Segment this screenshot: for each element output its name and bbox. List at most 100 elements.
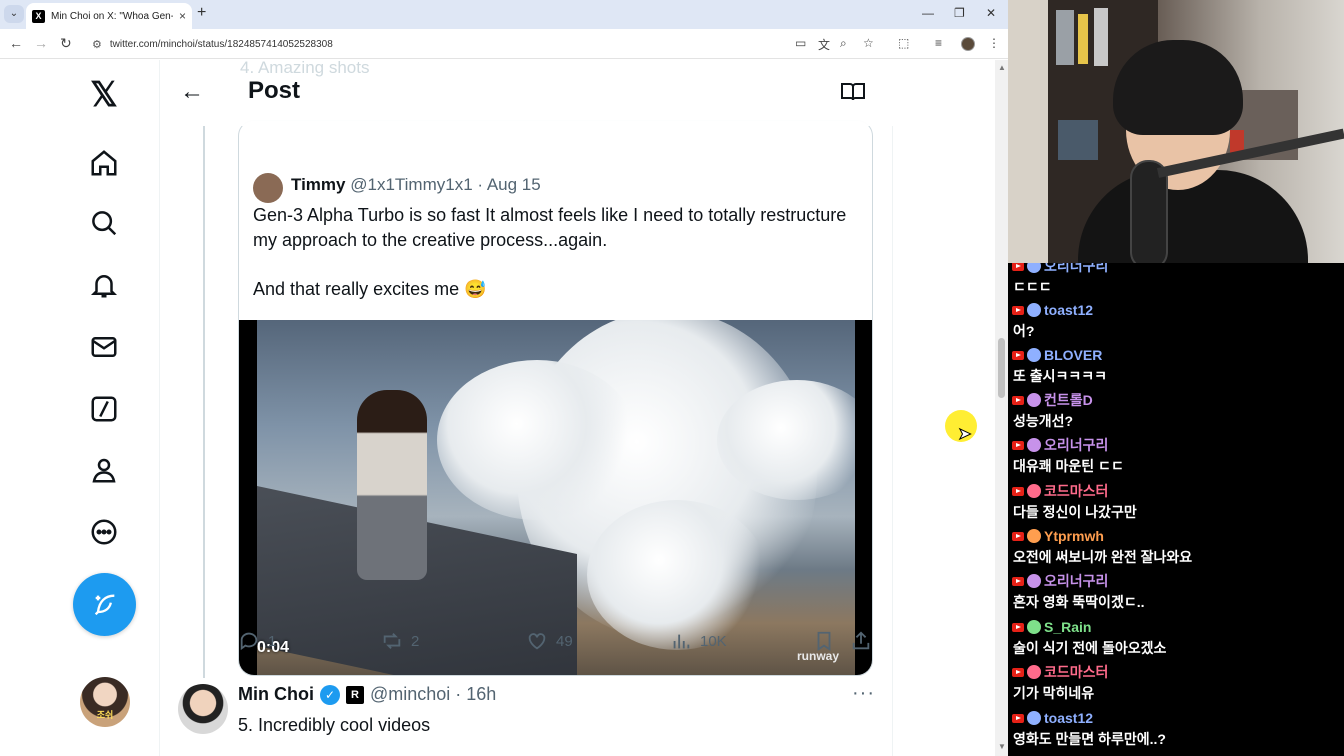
chat-message: toast12 어? — [1012, 301, 1342, 341]
zoom-icon[interactable]: ⌕ — [840, 36, 847, 51]
repost-icon — [383, 633, 401, 649]
chat-user-row: 오리너구리 — [1012, 572, 1342, 590]
like-button[interactable]: 49 — [526, 630, 573, 652]
close-window-button[interactable]: ✕ — [986, 6, 996, 20]
reply-header: Min Choi ✓ R @minchoi · 16h — [238, 684, 496, 705]
reply-more-options-icon[interactable]: ··· — [852, 682, 875, 705]
user-badge-icon — [1027, 393, 1041, 407]
bookmark-star-icon[interactable]: ☆ — [863, 36, 874, 50]
page-scrollbar[interactable]: ▲ ▼ — [995, 60, 1008, 756]
chat-username[interactable]: 컨트롤D — [1044, 390, 1093, 410]
chat-username[interactable]: S_Rain — [1044, 619, 1091, 635]
bookmark-button[interactable] — [813, 630, 835, 652]
browser-tab[interactable]: X Min Choi on X: "Whoa Gen-3 × — [26, 3, 192, 29]
reply-icon — [240, 632, 258, 651]
tab-title: Min Choi on X: "Whoa Gen-3 — [51, 10, 173, 22]
quote-author-handle: @1x1Timmy1x1 · Aug 15 — [350, 175, 541, 194]
home-icon[interactable] — [84, 143, 124, 183]
youtube-icon — [1012, 713, 1024, 723]
chat-message: 코드마스터 기가 막히네유 — [1012, 663, 1342, 703]
repost-count: 2 — [411, 632, 420, 650]
share-button[interactable] — [850, 630, 872, 652]
install-app-icon[interactable]: ▭ — [795, 36, 806, 50]
youtube-icon — [1012, 305, 1024, 315]
share-icon — [852, 631, 870, 650]
scroll-thumb[interactable] — [998, 338, 1005, 398]
chat-text: 영화도 만들면 하루만에..? — [1013, 731, 1166, 747]
x-logo-icon[interactable]: 𝕏 — [84, 75, 124, 115]
user-badge-icon — [1027, 529, 1041, 543]
account-avatar[interactable]: 조쉬 — [80, 677, 130, 727]
user-badge-icon — [1027, 665, 1041, 679]
minimize-button[interactable]: — — [922, 6, 934, 20]
browser-toolbar: ← → ↻ ⚙ twitter.com/minchoi/status/18248… — [0, 29, 1008, 59]
back-arrow-icon[interactable]: ← — [180, 78, 204, 106]
chat-username[interactable]: Ytprmwh — [1044, 528, 1104, 544]
chat-message: 코드마스터 다들 정신이 나갔구만 — [1012, 482, 1342, 522]
reply-author-avatar[interactable] — [178, 684, 228, 734]
notifications-icon[interactable] — [84, 265, 124, 305]
chat-username[interactable]: BLOVER — [1044, 347, 1102, 363]
quote-author-name: Timmy — [291, 175, 346, 194]
thread-line — [203, 126, 205, 678]
reader-mode-icon[interactable] — [840, 82, 866, 102]
chat-message: 컨트롤D 성능개선? — [1012, 391, 1342, 431]
chat-text: 어? — [1013, 323, 1035, 339]
repost-button[interactable]: 2 — [381, 630, 419, 652]
quoted-post-card[interactable]: Timmy @1x1Timmy1x1 · Aug 15 Gen-3 Alpha … — [238, 120, 873, 676]
reply-count: 1 — [268, 632, 277, 650]
user-badge-icon — [1027, 303, 1041, 317]
view-count: 10K — [700, 632, 727, 650]
mouse-cursor-icon: ➤ — [957, 426, 972, 444]
chat-text: ㄷㄷㄷ — [1013, 279, 1052, 295]
user-badge-icon — [1027, 348, 1041, 362]
forward-button[interactable]: → — [34, 35, 48, 51]
chat-text: 또 출시ㅋㅋㅋㅋ — [1013, 368, 1108, 384]
extensions-icon[interactable]: ⬚ — [898, 36, 909, 50]
chat-username[interactable]: 오리너구리 — [1044, 435, 1108, 455]
new-tab-button[interactable]: + — [197, 4, 206, 22]
reply-author-name[interactable]: Min Choi — [238, 684, 314, 705]
page-title: Post — [248, 77, 301, 104]
tab-search-button[interactable]: ⌄ — [4, 5, 24, 23]
profile-icon[interactable] — [84, 450, 124, 490]
chat-user-row: 코드마스터 — [1012, 482, 1342, 500]
translate-icon[interactable]: 文 — [818, 36, 830, 53]
reload-button[interactable]: ↻ — [60, 35, 72, 52]
back-button[interactable]: ← — [9, 35, 23, 51]
person-hair — [1113, 40, 1243, 135]
reading-list-icon[interactable]: ≡ — [935, 36, 942, 50]
chat-username[interactable]: 코드마스터 — [1044, 662, 1108, 682]
video-player[interactable]: 0:04 runway — [239, 320, 872, 675]
quote-author-avatar — [253, 173, 283, 203]
views-button[interactable]: 10K — [670, 630, 727, 652]
reply-author-handle: @minchoi · 16h — [369, 684, 497, 704]
browser-menu-icon[interactable]: ⋮ — [988, 36, 1000, 50]
profile-avatar[interactable] — [961, 37, 975, 51]
chat-username[interactable]: 오리너구리 — [1044, 263, 1108, 276]
compose-post-button[interactable] — [73, 573, 136, 636]
woman-figure — [357, 390, 427, 580]
chat-username[interactable]: 코드마스터 — [1044, 481, 1108, 501]
user-badge-icon — [1027, 438, 1041, 452]
user-badge-icon — [1027, 263, 1041, 273]
youtube-icon — [1012, 263, 1024, 271]
grok-icon[interactable] — [84, 389, 124, 429]
user-badge-icon — [1027, 711, 1041, 725]
chat-text: 술이 식기 전에 돌아오겠소 — [1013, 640, 1167, 656]
address-bar[interactable]: ⚙ twitter.com/minchoi/status/18248574140… — [84, 33, 884, 55]
chat-username[interactable]: toast12 — [1044, 710, 1093, 726]
restore-button[interactable]: ❐ — [954, 6, 965, 20]
messages-icon[interactable] — [84, 327, 124, 367]
reply-text: 5. Incredibly cool videos — [238, 715, 431, 735]
reply-button[interactable]: 1 — [238, 630, 276, 652]
chat-username[interactable]: 오리너구리 — [1044, 571, 1108, 591]
chat-username[interactable]: toast12 — [1044, 302, 1093, 318]
scroll-down-arrow[interactable]: ▼ — [998, 742, 1006, 751]
more-icon[interactable] — [84, 512, 124, 552]
search-icon[interactable] — [84, 203, 124, 243]
site-info-icon[interactable]: ⚙ — [92, 38, 102, 51]
tab-close-icon[interactable]: × — [179, 9, 186, 23]
chat-text: 대유쾌 마운틴 ㄷㄷ — [1013, 458, 1124, 474]
scroll-up-arrow[interactable]: ▲ — [998, 63, 1006, 72]
